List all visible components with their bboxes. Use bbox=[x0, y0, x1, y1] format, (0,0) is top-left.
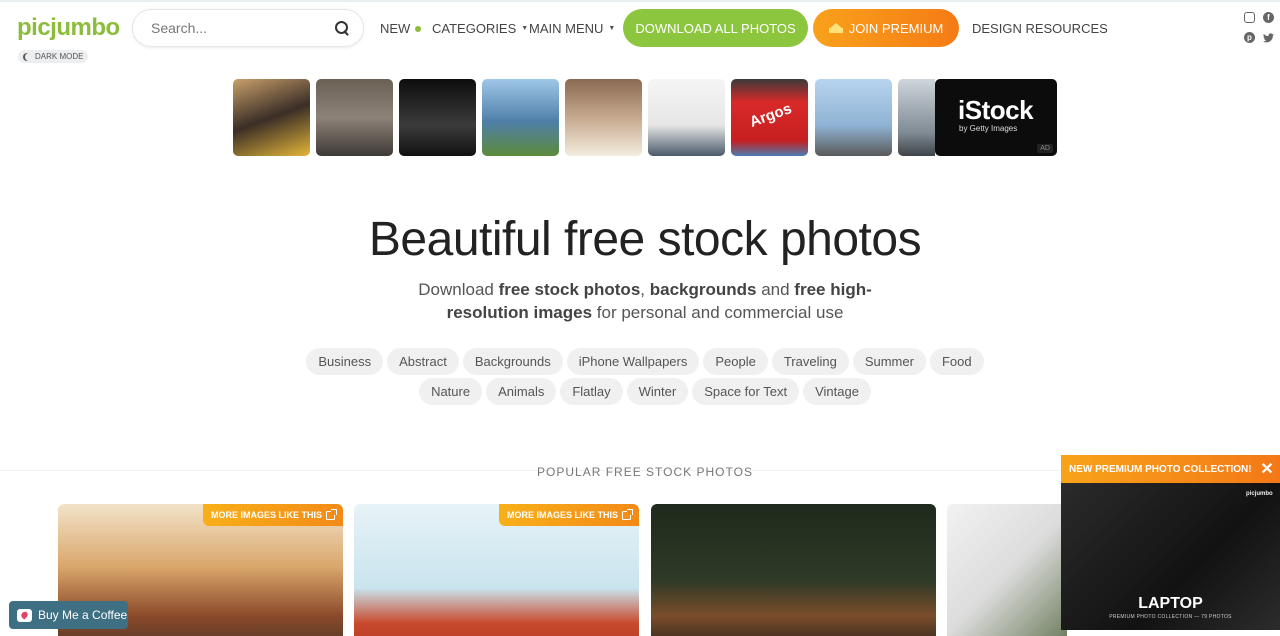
more-images-label: MORE IMAGES LIKE THIS bbox=[506, 510, 618, 520]
download-all-label: DOWNLOAD ALL PHOTOS bbox=[635, 20, 796, 36]
hero-subtitle: Download free stock photos, backgrounds … bbox=[418, 280, 872, 322]
photo-card-golden-gate[interactable]: MORE IMAGES LIKE THIS bbox=[354, 504, 639, 636]
tag-space-for-text[interactable]: Space for Text bbox=[692, 378, 800, 405]
new-dot-icon bbox=[415, 25, 422, 32]
tag-animals[interactable]: Animals bbox=[486, 378, 557, 405]
tag-business[interactable]: Business bbox=[306, 348, 384, 375]
crown-icon bbox=[828, 23, 843, 33]
dark-mode-toggle[interactable]: DARK MODE bbox=[18, 50, 89, 63]
dark-mode-label: DARK MODE bbox=[35, 52, 84, 61]
external-link-icon bbox=[326, 508, 337, 520]
tag-nature[interactable]: Nature bbox=[419, 378, 483, 405]
nav-main-menu[interactable]: MAIN MENU ▼ bbox=[529, 21, 615, 36]
ad-thumb-taxi-woman[interactable] bbox=[233, 79, 310, 156]
ad-thumb-night-skyline[interactable] bbox=[399, 79, 476, 156]
facebook-icon[interactable]: f bbox=[1263, 12, 1274, 23]
promo-caption: PREMIUM PHOTO COLLECTION — 79 PHOTOS bbox=[1109, 614, 1232, 620]
tag-winter[interactable]: Winter bbox=[626, 378, 689, 405]
category-tags-row-1: Business Abstract Backgrounds iPhone Wal… bbox=[0, 348, 1280, 375]
more-images-label: MORE IMAGES LIKE THIS bbox=[210, 510, 322, 520]
photo-card-lions[interactable] bbox=[651, 504, 936, 636]
istock-byline: by Getty Images bbox=[959, 124, 1018, 133]
ad-thumb-parked-car[interactable] bbox=[898, 79, 935, 156]
more-images-button[interactable]: MORE IMAGES LIKE THIS bbox=[498, 504, 639, 526]
promo-header: NEW PREMIUM PHOTO COLLECTION! bbox=[1061, 455, 1280, 483]
ad-thumb-cheesecake[interactable] bbox=[565, 79, 642, 156]
tag-vintage[interactable]: Vintage bbox=[803, 378, 871, 405]
coffee-heart-icon bbox=[17, 608, 32, 622]
caret-down-icon: ▼ bbox=[608, 25, 616, 32]
nav-categories[interactable]: CATEGORIES ▼ bbox=[432, 21, 528, 36]
search-box[interactable] bbox=[132, 9, 364, 47]
ad-thumb-glass-towers[interactable] bbox=[482, 79, 559, 156]
istock-ad[interactable]: iStock by Getty Images AD bbox=[935, 79, 1057, 156]
logo[interactable]: picjumbo bbox=[17, 14, 120, 42]
ad-thumb-argos[interactable]: Argos bbox=[731, 79, 808, 156]
argos-text: Argos bbox=[747, 100, 794, 131]
hero-title: Beautiful free stock photos bbox=[368, 213, 922, 266]
search-input[interactable] bbox=[151, 20, 321, 36]
nav-categories-label: CATEGORIES bbox=[432, 21, 517, 36]
top-border bbox=[0, 0, 1280, 2]
tag-abstract[interactable]: Abstract bbox=[387, 348, 459, 375]
external-link-icon bbox=[622, 508, 633, 520]
nav-design-resources-label: DESIGN RESOURCES bbox=[972, 21, 1108, 36]
more-images-button[interactable]: MORE IMAGES LIKE THIS bbox=[202, 504, 343, 526]
nav-design-resources[interactable]: DESIGN RESOURCES bbox=[972, 21, 1108, 36]
tag-food[interactable]: Food bbox=[929, 348, 984, 375]
twitter-icon[interactable] bbox=[1263, 32, 1274, 43]
istock-brand: iStock bbox=[958, 95, 1034, 125]
ad-label: AD bbox=[1037, 144, 1053, 153]
nav-main-menu-label: MAIN MENU bbox=[529, 21, 604, 36]
promo-header-label: NEW PREMIUM PHOTO COLLECTION! bbox=[1069, 463, 1252, 475]
close-icon[interactable]: ✕ bbox=[1258, 460, 1276, 478]
caret-down-icon: ▼ bbox=[521, 25, 529, 32]
join-premium-button[interactable]: JOIN PREMIUM bbox=[813, 9, 959, 47]
tag-flatlay[interactable]: Flatlay bbox=[560, 378, 623, 405]
moon-icon bbox=[25, 53, 33, 61]
ad-thumb-city-street[interactable] bbox=[316, 79, 393, 156]
search-icon[interactable] bbox=[335, 21, 349, 35]
tag-summer[interactable]: Summer bbox=[852, 348, 926, 375]
buy-me-a-coffee-label: Buy Me a Coffee bbox=[38, 608, 128, 622]
photo-card-headphones[interactable] bbox=[947, 504, 1067, 636]
tag-iphone-wallpapers[interactable]: iPhone Wallpapers bbox=[566, 348, 700, 375]
category-tags-row-2: Nature Animals Flatlay Winter Space for … bbox=[0, 378, 1280, 405]
tag-backgrounds[interactable]: Backgrounds bbox=[462, 348, 563, 375]
pinterest-icon[interactable]: p bbox=[1244, 32, 1255, 43]
tag-traveling[interactable]: Traveling bbox=[771, 348, 849, 375]
join-premium-label: JOIN PREMIUM bbox=[848, 20, 944, 36]
buy-me-a-coffee-button[interactable]: Buy Me a Coffee bbox=[9, 601, 128, 629]
nav-new[interactable]: NEW bbox=[380, 21, 422, 36]
instagram-icon[interactable] bbox=[1244, 12, 1255, 23]
promo-title: LAPTOP bbox=[1138, 595, 1203, 612]
download-all-photos-button[interactable]: DOWNLOAD ALL PHOTOS bbox=[623, 9, 808, 47]
tag-people[interactable]: People bbox=[703, 348, 768, 375]
promo-logo: picjumbo bbox=[1246, 491, 1273, 497]
ad-thumb-living-room[interactable] bbox=[648, 79, 725, 156]
premium-collection-popup[interactable]: NEW PREMIUM PHOTO COLLECTION! ✕ picjumbo… bbox=[1061, 455, 1280, 630]
ad-thumb-signpost[interactable] bbox=[815, 79, 892, 156]
nav-new-label: NEW bbox=[380, 21, 411, 36]
